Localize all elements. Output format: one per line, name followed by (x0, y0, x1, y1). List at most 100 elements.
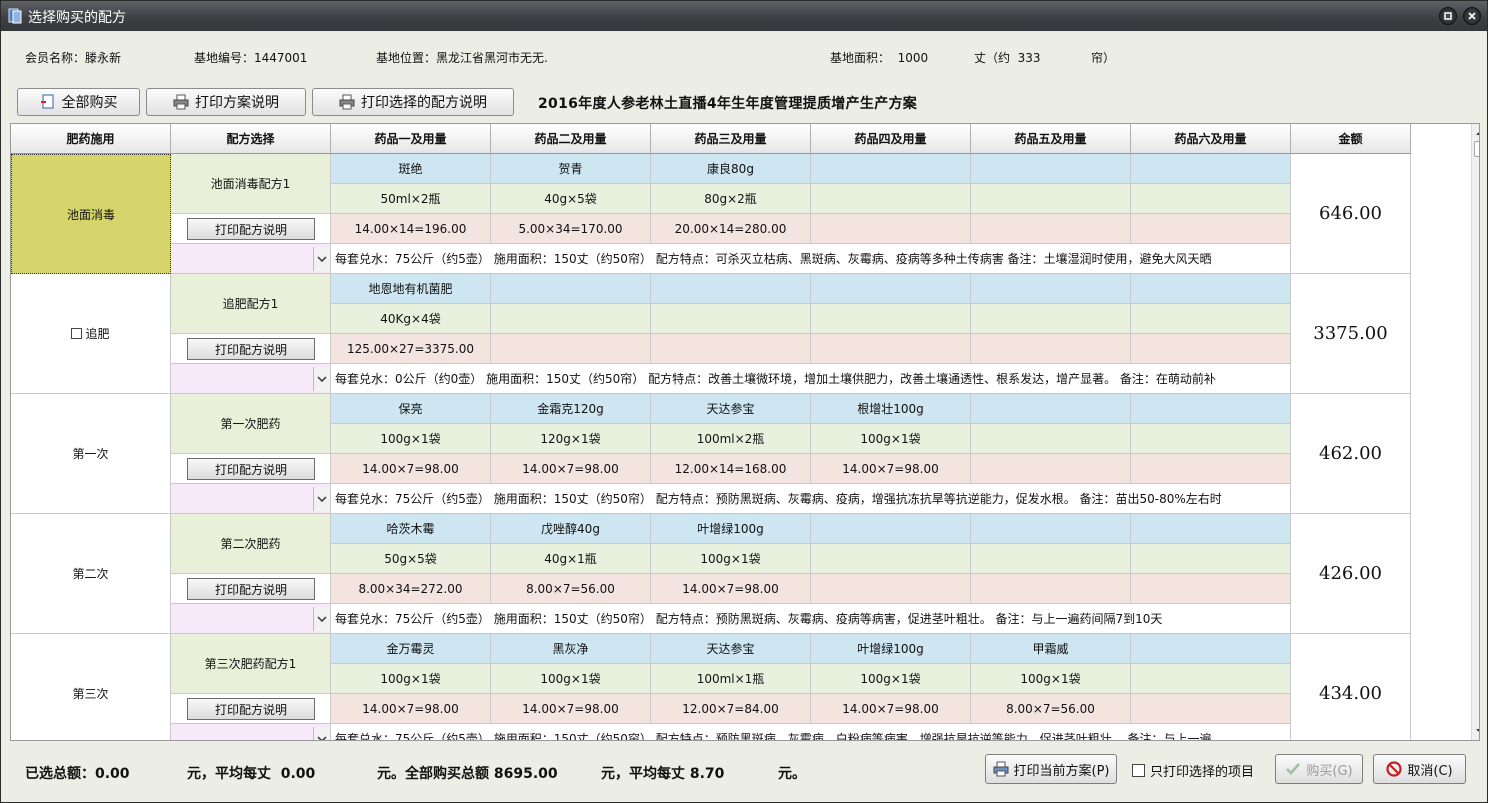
drug-dose-cell (811, 304, 971, 334)
cancel-icon (1386, 761, 1402, 777)
application-cell[interactable]: 追肥 (11, 274, 171, 394)
formula-dropdown[interactable] (171, 364, 331, 394)
base-area-unit: 丈（约 333 (974, 51, 1041, 65)
column-header[interactable]: 药品二及用量 (491, 124, 651, 154)
printer-icon (173, 94, 189, 110)
formula-name[interactable]: 第一次肥药 (171, 394, 331, 454)
drug-dose-cell: 50ml×2瓶 (331, 184, 491, 214)
drug-cost-cell (811, 334, 971, 364)
application-cell[interactable]: 第一次 (11, 394, 171, 514)
checkbox-box[interactable] (1132, 764, 1145, 777)
drug-cost-cell: 8.00×7=56.00 (971, 694, 1131, 724)
print-plan-label: 打印方案说明 (195, 95, 279, 111)
print-current-button[interactable]: 打印当前方案(P) (985, 754, 1117, 784)
application-checkbox[interactable] (71, 328, 83, 339)
application-cell[interactable]: 第三次 (11, 634, 171, 740)
formula-grid: 肥药施用 配方选择 药品一及用量 药品二及用量 药品三及用量 药品四及用量 药品五及用量 药品… (10, 123, 1480, 741)
close-icon (1468, 12, 1476, 20)
application-cell[interactable]: 第二次 (11, 514, 171, 634)
drug-name-cell: 哈茨木霉 (331, 514, 491, 544)
selected-total: 已选总额：0.00 (25, 766, 130, 782)
column-header[interactable]: 药品六及用量 (1131, 124, 1291, 154)
column-header[interactable]: 药品一及用量 (331, 124, 491, 154)
dropdown-arrow-icon[interactable] (313, 247, 330, 271)
scroll-up-icon[interactable] (1473, 127, 1480, 139)
column-header[interactable]: 药品五及用量 (971, 124, 1131, 154)
drug-cost-cell (811, 214, 971, 244)
drug-dose-cell (1131, 544, 1291, 574)
drug-cost-cell: 14.00×7=98.00 (811, 454, 971, 484)
formula-dropdown[interactable] (171, 604, 331, 634)
drug-cost-cell: 14.00×7=98.00 (811, 694, 971, 724)
column-header[interactable]: 金额 (1291, 124, 1411, 154)
column-header[interactable]: 药品四及用量 (811, 124, 971, 154)
drug-dose-cell: 100g×1袋 (331, 424, 491, 454)
drug-name-cell: 天达参宝 (651, 634, 811, 664)
plan-title: 2016年度人参老林土直播4年生年度管理提质增产生产方案 (538, 96, 918, 112)
drug-dose-cell (651, 304, 811, 334)
cancel-button[interactable]: 取消(C) (1373, 754, 1466, 784)
drug-dose-cell: 80g×2瓶 (651, 184, 811, 214)
drug-dose-cell: 100g×1袋 (651, 544, 811, 574)
buy-all-button[interactable]: 全部购买 (17, 88, 140, 116)
app-icon (8, 8, 22, 24)
vertical-scrollbar[interactable] (1471, 124, 1480, 740)
formula-name[interactable]: 第三次肥药配方1 (171, 634, 331, 694)
print-formula-button[interactable]: 打印配方说明 (187, 218, 315, 240)
print-formula-button[interactable]: 打印配方说明 (187, 458, 315, 480)
buy-all-label: 全部购买 (61, 95, 118, 111)
drug-name-cell (971, 394, 1131, 424)
formula-dropdown[interactable] (171, 484, 331, 514)
print-selected-button[interactable]: 打印选择的配方说明 (312, 88, 514, 116)
only-selected-checkbox[interactable]: 只打印选择的项目 (1132, 761, 1254, 780)
drug-cost-cell: 125.00×27=3375.00 (331, 334, 491, 364)
print-formula-button[interactable]: 打印配方说明 (187, 698, 315, 720)
application-cell[interactable]: 池面消毒 (11, 154, 171, 274)
column-header[interactable]: 肥药施用 (11, 124, 171, 154)
formula-name[interactable]: 池面消毒配方1 (171, 154, 331, 214)
drug-dose-cell: 50g×5袋 (331, 544, 491, 574)
formula-name[interactable]: 第二次肥药 (171, 514, 331, 574)
dropdown-arrow-icon[interactable] (313, 607, 330, 631)
drug-dose-cell: 40g×5袋 (491, 184, 651, 214)
drug-cost-cell: 14.00×7=98.00 (331, 454, 491, 484)
dropdown-arrow-icon[interactable] (313, 727, 330, 740)
drug-dose-cell: 40g×1瓶 (491, 544, 651, 574)
drug-name-cell: 金霜克120g (491, 394, 651, 424)
formula-dropdown[interactable] (171, 724, 331, 740)
footer-end: 元。 (778, 766, 806, 782)
drug-name-cell (1131, 634, 1291, 664)
column-header[interactable]: 药品三及用量 (651, 124, 811, 154)
drug-dose-cell (1131, 664, 1291, 694)
drug-name-cell (491, 274, 651, 304)
scrollbar-thumb[interactable] (1474, 141, 1479, 157)
buy-label: 购买(G) (1306, 763, 1353, 779)
cancel-label: 取消(C) (1407, 763, 1453, 779)
drug-cost-cell (971, 334, 1131, 364)
drug-name-cell: 甲霜威 (971, 634, 1131, 664)
dropdown-arrow-icon[interactable] (313, 367, 330, 391)
application-name: 第一次 (72, 447, 109, 461)
drug-dose-cell (971, 544, 1131, 574)
print-plan-button[interactable]: 打印方案说明 (146, 88, 306, 116)
maximize-button[interactable] (1439, 7, 1457, 25)
scroll-down-icon[interactable] (1473, 725, 1480, 737)
formula-note: 每套兑水：75公斤（约5壶） 施用面积：150丈（约50帘） 配方特点：预防黑斑… (331, 484, 1291, 514)
column-header[interactable]: 配方选择 (171, 124, 331, 154)
dropdown-arrow-icon[interactable] (313, 487, 330, 511)
base-number: 基地编号：1447001 (194, 51, 308, 65)
drug-name-cell (1131, 394, 1291, 424)
print-formula-button[interactable]: 打印配方说明 (187, 338, 315, 360)
formula-name[interactable]: 追肥配方1 (171, 274, 331, 334)
buy-button[interactable]: 购买(G) (1275, 754, 1363, 784)
close-button[interactable] (1463, 7, 1481, 25)
drug-name-cell: 叶增绿100g (811, 634, 971, 664)
formula-dropdown[interactable] (171, 244, 331, 274)
application-name: 第三次 (72, 687, 109, 701)
print-formula-button[interactable]: 打印配方说明 (187, 578, 315, 600)
drug-name-cell: 保亮 (331, 394, 491, 424)
drug-dose-cell (971, 424, 1131, 454)
drug-cost-cell (971, 454, 1131, 484)
drug-name-cell: 康良80g (651, 154, 811, 184)
drug-name-cell (651, 274, 811, 304)
